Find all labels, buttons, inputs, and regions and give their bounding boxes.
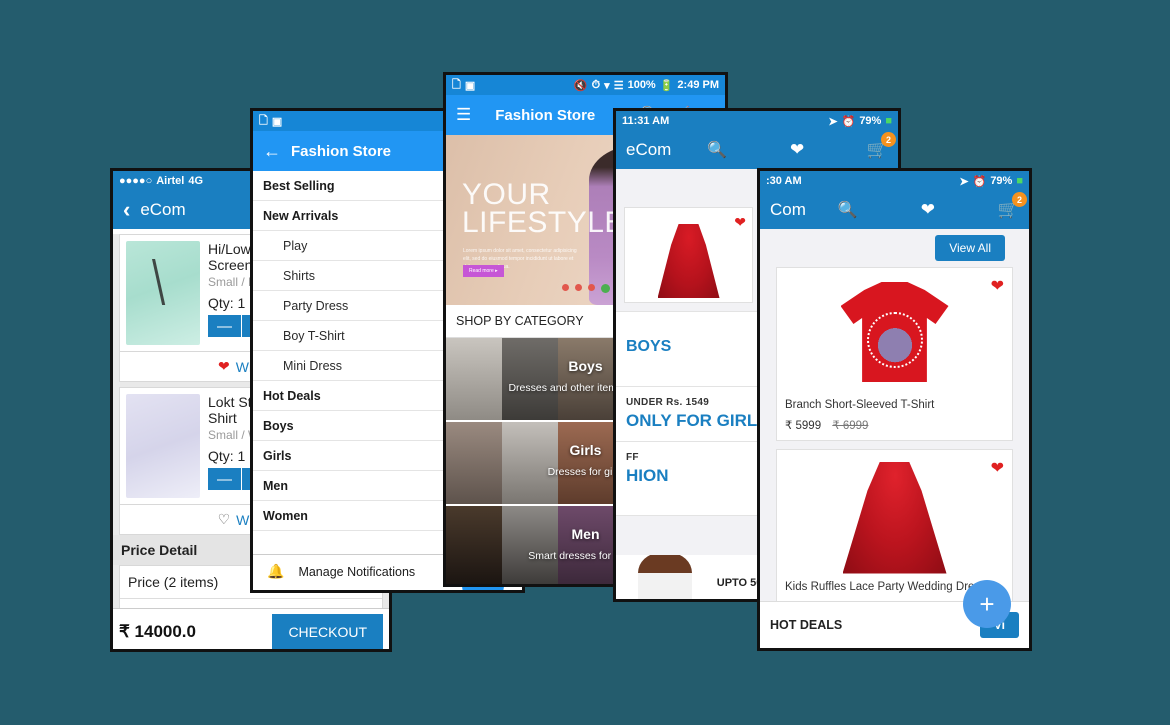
view-all-button[interactable]: View All xyxy=(935,235,1005,261)
carousel-dot[interactable] xyxy=(561,284,569,291)
chevron-left-icon[interactable]: ‹ xyxy=(123,197,130,223)
cart-icon[interactable]: 🛒 2 xyxy=(998,192,1027,220)
product-name: Branch Short-Sleeved T-Shirt xyxy=(785,399,935,411)
wifi-icon: ▾ xyxy=(604,79,610,92)
heart-filled-icon[interactable]: ❤ xyxy=(734,214,746,231)
carousel-dot-active[interactable] xyxy=(600,284,610,293)
cart-badge: 2 xyxy=(1012,192,1027,207)
carousel-dot[interactable] xyxy=(574,284,582,291)
qty-decrease-button[interactable]: — xyxy=(208,315,242,338)
products-body: View All ❤ Branch Short-Sleeved T-Shirt … xyxy=(760,229,1029,648)
heart-icon[interactable]: ❤ xyxy=(790,140,804,160)
phone-ecom-products: :30 AM ➤ ⏰ 79% ■ Com 🔍 ❤ 🛒 2 View All ❤ xyxy=(757,168,1032,651)
screenshot-icon: ▣ xyxy=(464,79,476,92)
cart-total: ₹ 14000.0 xyxy=(119,621,196,641)
signal-icon: ☰ xyxy=(613,79,624,92)
alarm-icon: ⏰ xyxy=(841,115,856,128)
location-icon: ➤ xyxy=(828,115,838,128)
battery-icon: ■ xyxy=(885,115,892,127)
signal-dots-icon: ●●●●○ xyxy=(119,175,153,187)
product-card[interactable]: ❤ xyxy=(624,207,753,303)
qty-decrease-button[interactable]: — xyxy=(208,468,242,491)
screenshot-icon: ▣ xyxy=(271,115,283,128)
hamburger-icon[interactable]: ☰ xyxy=(456,105,471,125)
search-icon[interactable]: 🔍 xyxy=(707,140,727,160)
tshirt-graphic xyxy=(840,282,949,382)
bell-icon: 🔔 xyxy=(267,563,285,579)
hot-deals-label: HOT DEALS xyxy=(770,618,843,632)
product-card[interactable]: ❤ Branch Short-Sleeved T-Shirt ₹ 5999 ₹ … xyxy=(776,267,1013,441)
arrow-left-icon[interactable]: ← xyxy=(263,141,281,162)
heart-icon[interactable]: ❤ xyxy=(921,200,935,220)
checkout-bar: ₹ 14000.0 CHECKOUT xyxy=(113,608,389,649)
screenshot-canvas: ●●●●○ Airtel 4G 11:3 ‹ eCom Ca Hi/Low T … xyxy=(0,0,1170,725)
heart-filled-icon: ❤ xyxy=(218,358,230,374)
checkout-button[interactable]: CHECKOUT xyxy=(272,613,383,649)
carousel-dots[interactable] xyxy=(561,284,610,293)
manage-notifications-label: Manage Notifications xyxy=(298,564,416,579)
app-bar: eCom 🔍 ❤ 🛒 2 xyxy=(616,131,898,169)
carousel-dot[interactable] xyxy=(587,284,595,291)
battery-label: 79% xyxy=(990,175,1013,187)
product-image xyxy=(657,224,720,298)
page-title: eCom xyxy=(140,200,186,219)
mute-icon: 🔇 xyxy=(573,79,588,92)
product-thumbnail xyxy=(126,394,200,498)
page-title: eCom xyxy=(626,140,672,159)
cart-badge: 2 xyxy=(881,132,897,147)
hero-headline: YOUR LIFESTYLE xyxy=(462,178,625,239)
status-bar: 11:31 AM ➤ ⏰ 79% ■ xyxy=(616,111,898,131)
alarm-icon: ⏱ xyxy=(591,78,601,91)
file-icon: 🗋 xyxy=(259,114,268,127)
product-image xyxy=(785,458,1004,576)
alarm-icon: ⏰ xyxy=(972,175,987,188)
file-icon: 🗋 xyxy=(452,78,461,91)
network-label: 4G xyxy=(188,175,204,187)
dress-graphic xyxy=(842,461,947,574)
banner-label: BOYS xyxy=(626,338,672,355)
page-title: Fashion Store xyxy=(291,142,392,160)
price-current: ₹ 5999 xyxy=(785,419,822,432)
clock-label: 2:49 PM xyxy=(677,79,719,91)
clock-label: 11:31 AM xyxy=(622,115,670,127)
battery-label: 79% xyxy=(859,115,882,127)
page-title: Com xyxy=(770,200,806,219)
plus-icon[interactable]: + xyxy=(963,580,1011,628)
product-price: ₹ 5999 ₹ 6999 xyxy=(785,418,1004,432)
price-mrp: ₹ 6999 xyxy=(832,419,869,432)
app-bar: Com 🔍 ❤ 🛒 2 xyxy=(760,191,1029,229)
status-bar: :30 AM ➤ ⏰ 79% ■ xyxy=(760,171,1029,191)
page-title: Fashion Store xyxy=(495,106,596,124)
search-icon[interactable]: 🔍 xyxy=(838,200,858,220)
location-icon: ➤ xyxy=(959,175,969,188)
product-image xyxy=(785,276,1004,394)
cart-icon[interactable]: 🛒 2 xyxy=(867,132,897,160)
battery-icon: ■ xyxy=(1016,175,1023,187)
read-more-button[interactable]: Read more ▸ xyxy=(463,265,504,277)
carrier-label: Airtel xyxy=(156,175,185,187)
status-bar: 🗋 ▣ 🔇 ⏱ ▾ ☰ 100% 🔋 2:49 PM xyxy=(446,75,725,95)
view-all-row: View All xyxy=(760,229,1029,267)
battery-label: 100% xyxy=(627,79,656,91)
heart-outline-icon: ♡ xyxy=(217,511,231,527)
battery-icon: 🔋 xyxy=(659,79,674,92)
product-thumbnail xyxy=(126,241,200,345)
clock-label: :30 AM xyxy=(766,175,802,187)
